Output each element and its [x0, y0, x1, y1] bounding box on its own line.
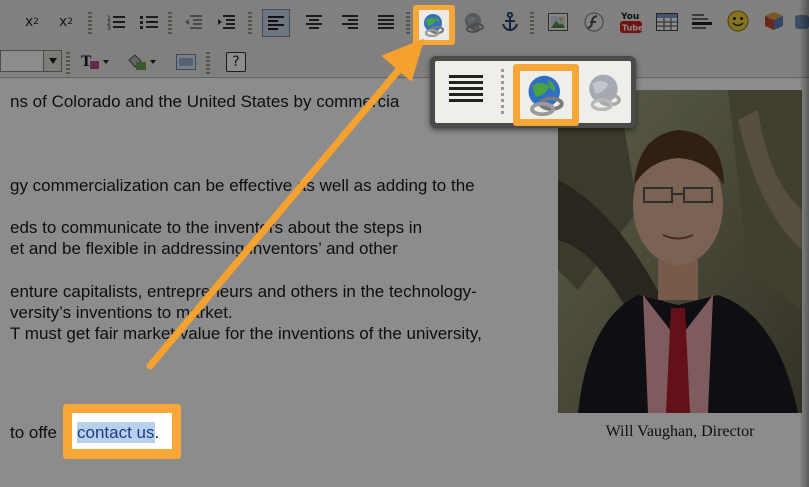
editor-window: x2 x2 123 You Tube T ? ns of Colorado an… — [0, 0, 809, 487]
callout-arrow — [146, 39, 424, 370]
